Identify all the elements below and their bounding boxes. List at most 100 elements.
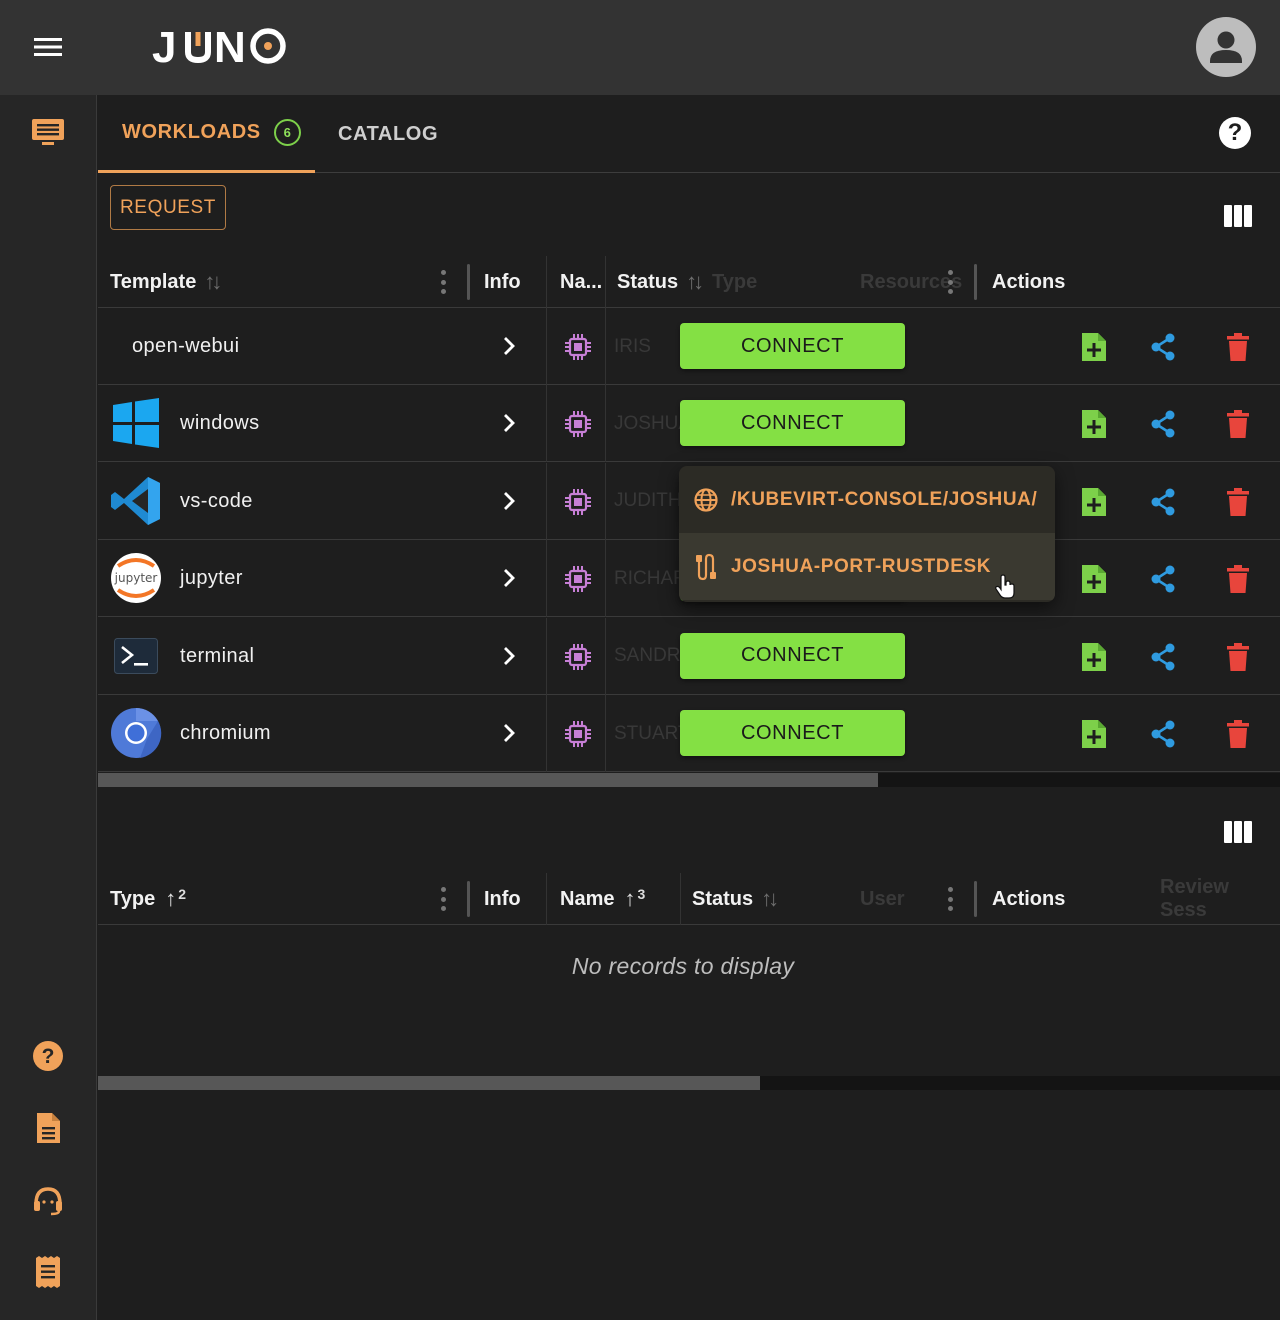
- column-header-status[interactable]: Status ↑↓: [692, 873, 779, 925]
- column-menu-icon[interactable]: [440, 270, 446, 294]
- column-separator: [605, 462, 606, 540]
- user-avatar[interactable]: [1196, 17, 1256, 77]
- column-separator: [546, 873, 547, 925]
- template-name: chromium: [180, 722, 271, 744]
- column-separator: [605, 540, 606, 618]
- delete-icon[interactable]: [1222, 641, 1254, 673]
- column-header-type[interactable]: Type ↑ 2: [110, 873, 186, 925]
- column-menu-icon[interactable]: [440, 887, 446, 911]
- add-file-icon[interactable]: [1078, 641, 1110, 673]
- sort-rank: 2: [178, 886, 186, 902]
- column-menu-icon[interactable]: [947, 270, 953, 294]
- chevron-right-icon[interactable]: [494, 563, 524, 593]
- column-separator: [546, 540, 547, 618]
- column-header-info[interactable]: Info: [484, 873, 521, 925]
- column-header-name[interactable]: Name ↑ 3: [560, 873, 645, 925]
- document-icon[interactable]: [28, 1108, 68, 1148]
- sort-ascending-icon[interactable]: ↑ 3: [624, 886, 645, 912]
- connect-menu-item-label: JOSHUA-PORT-RUSTDESK: [731, 555, 992, 577]
- connect-button[interactable]: CONNECT: [680, 710, 905, 756]
- column-header-info[interactable]: Info: [484, 256, 521, 308]
- share-icon[interactable]: [1147, 408, 1179, 440]
- share-icon[interactable]: [1147, 641, 1179, 673]
- svg-text:?: ?: [42, 1045, 55, 1068]
- connect-button[interactable]: CONNECT: [680, 400, 905, 447]
- chevron-right-icon[interactable]: [494, 408, 524, 438]
- workload-name: JUDITH: [614, 490, 682, 512]
- help-circle-icon[interactable]: ?: [28, 1036, 68, 1076]
- delete-icon[interactable]: [1222, 486, 1254, 518]
- chromium-logo-icon: [110, 707, 162, 759]
- add-file-icon[interactable]: [1078, 408, 1110, 440]
- app-logo[interactable]: J N: [152, 22, 292, 72]
- column-visibility-icon[interactable]: [1224, 205, 1252, 227]
- column-header-type-label: Type: [110, 887, 156, 910]
- delete-icon[interactable]: [1222, 331, 1254, 363]
- column-menu-icon[interactable]: [947, 887, 953, 911]
- globe-icon: [691, 485, 721, 515]
- chevron-right-icon[interactable]: [494, 718, 524, 748]
- sort-icon[interactable]: ↑↓: [761, 886, 779, 912]
- share-icon[interactable]: [1147, 331, 1179, 363]
- column-header-status[interactable]: Status ↑↓: [617, 256, 704, 308]
- delete-icon[interactable]: [1222, 718, 1254, 750]
- cpu-chip-icon: [562, 718, 594, 750]
- horizontal-scrollbar[interactable]: [98, 773, 1280, 787]
- column-resize-handle[interactable]: [974, 881, 977, 917]
- share-icon[interactable]: [1147, 563, 1179, 595]
- cpu-chip-icon: [562, 563, 594, 595]
- connect-button[interactable]: CONNECT: [680, 323, 905, 369]
- workloads-monitor-icon[interactable]: [28, 112, 68, 152]
- empty-state-text: No records to display: [571, 953, 795, 979]
- chevron-right-icon[interactable]: [494, 641, 524, 671]
- help-icon[interactable]: ?: [1219, 117, 1251, 149]
- sort-ascending-icon[interactable]: ↑ 2: [165, 886, 186, 912]
- column-header-actions: Actions: [992, 270, 1066, 293]
- column-visibility-icon[interactable]: [1224, 821, 1252, 843]
- column-header-status-label: Status: [617, 270, 679, 293]
- column-separator: [605, 385, 606, 463]
- hand-cursor-icon: [993, 574, 1017, 600]
- terminal-logo-icon: [110, 630, 162, 682]
- column-header-name[interactable]: Na...: [560, 256, 602, 308]
- add-file-icon[interactable]: [1078, 563, 1110, 595]
- horizontal-scrollbar[interactable]: [98, 1076, 1280, 1090]
- hamburger-menu-icon[interactable]: [28, 30, 68, 64]
- column-separator: [605, 256, 606, 308]
- add-file-icon[interactable]: [1078, 718, 1110, 750]
- column-header-actions: Actions: [992, 887, 1066, 910]
- workload-name: STUART: [614, 722, 690, 744]
- delete-icon[interactable]: [1222, 408, 1254, 440]
- sort-icon[interactable]: ↑↓: [204, 269, 222, 295]
- support-headset-icon[interactable]: [28, 1180, 68, 1220]
- chevron-right-icon[interactable]: [494, 331, 524, 361]
- scrollbar-thumb[interactable]: [98, 773, 879, 787]
- connect-button[interactable]: CONNECT: [680, 632, 905, 679]
- svg-text:N: N: [214, 23, 247, 72]
- chevron-right-icon[interactable]: [494, 486, 524, 516]
- sessions-table-header: Type ↑ 2 Info Name ↑ 3 Status ↑↓ User Acti…: [98, 873, 1280, 925]
- column-header-template[interactable]: Template ↑↓: [110, 256, 222, 308]
- receipt-icon[interactable]: [28, 1252, 68, 1292]
- column-resize-handle[interactable]: [467, 881, 470, 917]
- share-icon[interactable]: [1147, 718, 1179, 750]
- windows-logo-icon: [110, 397, 162, 449]
- delete-icon[interactable]: [1222, 563, 1254, 595]
- column-separator: [605, 695, 606, 772]
- column-header-type[interactable]: Type: [712, 256, 757, 308]
- add-file-icon[interactable]: [1078, 331, 1110, 363]
- column-header-status-label: Status: [692, 887, 754, 910]
- sort-icon[interactable]: ↑↓: [686, 269, 704, 295]
- connect-menu-item-console[interactable]: /KUBEVIRT-CONSOLE/JOSHUA/: [679, 466, 1055, 533]
- column-resize-handle[interactable]: [467, 264, 470, 300]
- add-file-icon[interactable]: [1078, 486, 1110, 518]
- request-button[interactable]: REQUEST: [110, 185, 226, 230]
- column-header-user[interactable]: User: [860, 873, 904, 925]
- column-header-review[interactable]: Review Sess: [1160, 873, 1280, 925]
- column-resize-handle[interactable]: [974, 264, 977, 300]
- scrollbar-thumb[interactable]: [98, 1076, 760, 1090]
- tab-workloads[interactable]: WORKLOADS 6: [98, 95, 315, 173]
- tab-catalog[interactable]: CATALOG: [338, 95, 438, 173]
- app-bar: J N: [0, 0, 1280, 95]
- share-icon[interactable]: [1147, 486, 1179, 518]
